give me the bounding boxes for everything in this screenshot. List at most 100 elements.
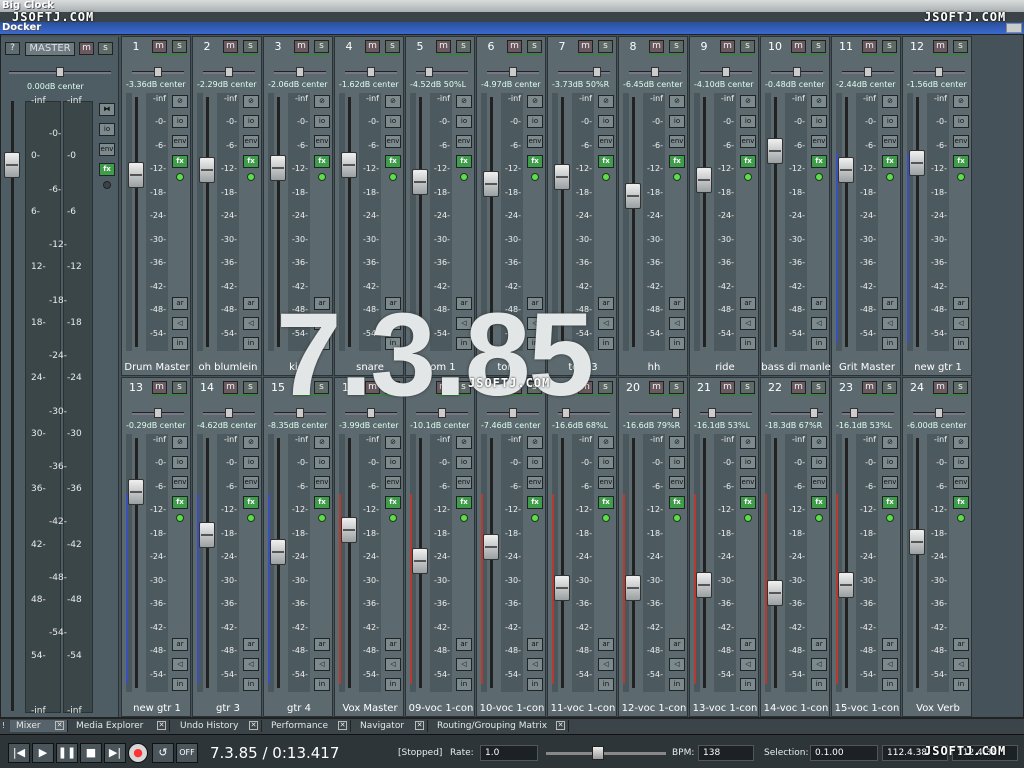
phase-button[interactable]: ⊘ <box>882 95 898 108</box>
docker-close-button[interactable] <box>1006 23 1022 33</box>
automation-button[interactable]: ar <box>669 297 685 310</box>
env-button[interactable]: env <box>811 476 827 489</box>
solo-button[interactable]: s <box>953 40 968 53</box>
io-button[interactable]: io <box>527 115 543 128</box>
selection-start-field[interactable]: 0.1.00 <box>810 745 878 761</box>
input-button[interactable]: in <box>598 678 614 691</box>
env-button[interactable]: env <box>385 135 401 148</box>
solo-button[interactable]: s <box>669 40 684 53</box>
automation-button[interactable]: ar <box>314 638 330 651</box>
env-button[interactable]: env <box>882 476 898 489</box>
pan-knob[interactable] <box>864 67 872 77</box>
io-button[interactable]: io <box>740 115 756 128</box>
fader-track[interactable] <box>774 97 777 347</box>
fx-button[interactable]: fx <box>456 155 472 168</box>
pan-knob[interactable] <box>850 408 858 418</box>
io-button[interactable]: io <box>953 115 969 128</box>
pan-knob[interactable] <box>722 67 730 77</box>
monitor-button[interactable]: ◁ <box>172 317 188 330</box>
phase-button[interactable]: ⊘ <box>740 436 756 449</box>
io-button[interactable]: io <box>243 115 259 128</box>
pan-slider[interactable] <box>416 67 468 77</box>
volume-fader[interactable] <box>767 580 783 606</box>
automation-button[interactable]: ar <box>811 638 827 651</box>
fader-track[interactable] <box>348 438 351 688</box>
fx-button[interactable]: fx <box>243 155 259 168</box>
monitor-button[interactable]: ◁ <box>669 658 685 671</box>
io-button[interactable]: io <box>172 115 188 128</box>
input-button[interactable]: in <box>953 678 969 691</box>
env-button[interactable]: env <box>953 476 969 489</box>
fader-track[interactable] <box>561 438 564 688</box>
fx-button[interactable]: fx <box>527 496 543 509</box>
master-fx-button[interactable]: fx <box>99 163 115 176</box>
solo-button[interactable]: s <box>882 381 897 394</box>
track-name[interactable]: 11-voc 1-con <box>548 703 618 714</box>
track-name[interactable]: 09-voc 1-con <box>406 703 476 714</box>
monitor-button[interactable]: ◁ <box>456 658 472 671</box>
pan-knob[interactable] <box>225 67 233 77</box>
phase-button[interactable]: ⊘ <box>314 436 330 449</box>
input-button[interactable]: in <box>243 337 259 350</box>
pan-slider[interactable] <box>913 67 965 77</box>
pan-slider[interactable] <box>913 408 965 418</box>
go-to-start-button[interactable]: |◀ <box>8 743 30 763</box>
automation-button[interactable]: ar <box>527 638 543 651</box>
monitor-button[interactable]: ◁ <box>811 317 827 330</box>
fader-track[interactable] <box>206 438 209 688</box>
close-icon[interactable]: ✕ <box>249 721 258 730</box>
monitor-button[interactable]: ◁ <box>740 317 756 330</box>
pan-slider[interactable] <box>842 408 894 418</box>
env-button[interactable]: env <box>172 476 188 489</box>
input-button[interactable]: in <box>669 337 685 350</box>
pan-slider[interactable] <box>345 67 397 77</box>
pan-slider[interactable] <box>700 67 752 77</box>
pan-slider[interactable] <box>629 67 681 77</box>
master-mute-button[interactable]: m <box>79 42 94 55</box>
fx-button[interactable]: fx <box>953 155 969 168</box>
env-button[interactable]: env <box>598 476 614 489</box>
input-button[interactable]: in <box>456 678 472 691</box>
volume-fader[interactable] <box>483 534 499 560</box>
master-fader-track[interactable] <box>11 101 14 711</box>
solo-button[interactable]: s <box>953 381 968 394</box>
track-name[interactable]: Vox Verb <box>903 703 973 714</box>
pan-knob[interactable] <box>509 67 517 77</box>
io-button[interactable]: io <box>456 456 472 469</box>
pan-knob[interactable] <box>225 408 233 418</box>
solo-button[interactable]: s <box>598 40 613 53</box>
solo-button[interactable]: s <box>740 40 755 53</box>
io-button[interactable]: io <box>740 456 756 469</box>
solo-button[interactable]: s <box>456 40 471 53</box>
fx-button[interactable]: fx <box>953 496 969 509</box>
pan-knob[interactable] <box>651 67 659 77</box>
phase-button[interactable]: ⊘ <box>314 95 330 108</box>
monitor-button[interactable]: ◁ <box>243 658 259 671</box>
mute-button[interactable]: m <box>862 381 877 394</box>
solo-button[interactable]: s <box>314 40 329 53</box>
io-button[interactable]: io <box>598 115 614 128</box>
pan-knob[interactable] <box>935 408 943 418</box>
track-name[interactable]: 13-voc 1-con <box>690 703 760 714</box>
phase-button[interactable]: ⊘ <box>811 436 827 449</box>
env-button[interactable]: env <box>314 476 330 489</box>
phase-button[interactable]: ⊘ <box>953 95 969 108</box>
play-button[interactable]: ▶ <box>32 743 54 763</box>
track-name[interactable]: 14-voc 1-con <box>761 703 831 714</box>
volume-fader[interactable] <box>412 169 428 195</box>
phase-button[interactable]: ⊘ <box>456 95 472 108</box>
pan-slider[interactable] <box>132 67 184 77</box>
track-name[interactable]: gtr 4 <box>264 703 334 714</box>
master-env-button[interactable]: env <box>99 143 115 156</box>
mute-button[interactable]: m <box>862 40 877 53</box>
env-button[interactable]: env <box>385 476 401 489</box>
track-name[interactable]: Drum Master <box>122 362 192 373</box>
automation-button[interactable]: ar <box>953 638 969 651</box>
fx-button[interactable]: fx <box>882 155 898 168</box>
mute-button[interactable]: m <box>223 381 238 394</box>
env-button[interactable]: env <box>811 135 827 148</box>
env-button[interactable]: env <box>456 476 472 489</box>
automation-button[interactable]: ar <box>669 638 685 651</box>
fx-button[interactable]: fx <box>740 155 756 168</box>
volume-fader[interactable] <box>909 150 925 176</box>
